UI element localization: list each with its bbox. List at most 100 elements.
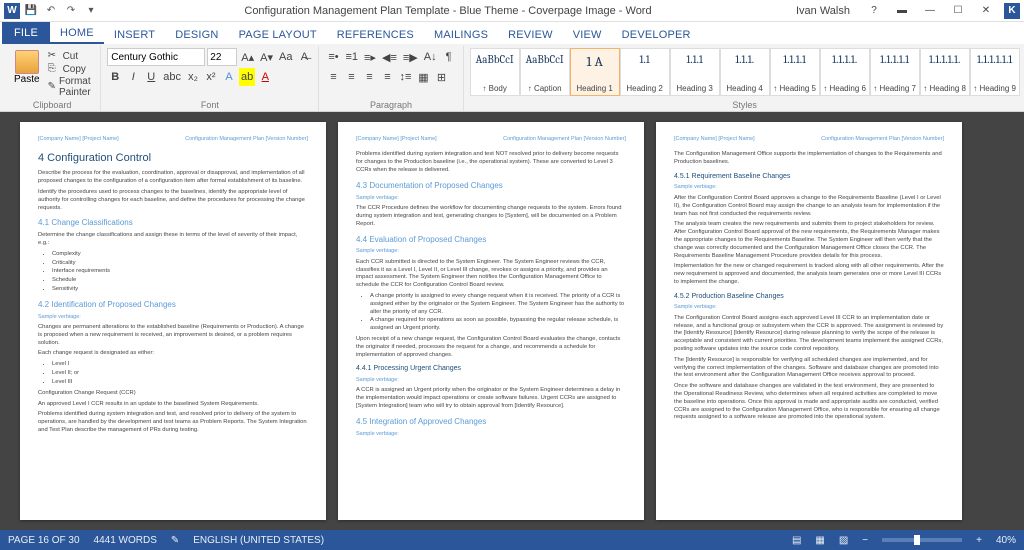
style-caption[interactable]: AaBbCcI↑ Caption: [520, 48, 570, 96]
quick-access-toolbar: W 💾 ↶ ↷ ▾: [4, 2, 100, 20]
font-group-label: Font: [101, 100, 318, 110]
bullets-icon[interactable]: ≡•: [325, 48, 341, 66]
align-center-icon[interactable]: ≡: [343, 68, 359, 86]
h-44: 4.4 Evaluation of Proposed Changes: [356, 235, 626, 246]
format-painter-button[interactable]: ✎Format Painter: [48, 76, 95, 98]
tab-developer[interactable]: DEVELOPER: [612, 25, 701, 44]
h-4: 4 Configuration Control: [38, 151, 308, 166]
grow-font-icon[interactable]: A▴: [239, 48, 256, 66]
page-18[interactable]: [Company Name] [Project Name]Configurati…: [656, 122, 962, 520]
copy-button[interactable]: ⎘Copy: [48, 63, 95, 75]
style-heading6[interactable]: 1.1.1.1.↑ Heading 6: [820, 48, 870, 96]
cut-icon: ✂: [48, 50, 60, 62]
multilevel-icon[interactable]: ≡▸: [362, 48, 378, 66]
ribbon-options-icon[interactable]: ▬: [892, 3, 912, 19]
font-color-icon[interactable]: A: [257, 68, 273, 86]
style-heading9[interactable]: 1.1.1.1.1.1↑ Heading 9: [970, 48, 1020, 96]
style-heading7[interactable]: 1.1.1.1.1↑ Heading 7: [870, 48, 920, 96]
shrink-font-icon[interactable]: A▾: [258, 48, 275, 66]
title-bar: W 💾 ↶ ↷ ▾ Configuration Management Plan …: [0, 0, 1024, 22]
h-441: 4.4.1 Processing Urgent Changes: [356, 364, 626, 373]
paste-button[interactable]: Paste: [10, 48, 44, 87]
cut-button[interactable]: ✂Cut: [48, 50, 95, 62]
language[interactable]: ENGLISH (UNITED STATES): [193, 535, 324, 546]
document-area[interactable]: [Company Name] [Project Name]Configurati…: [0, 112, 1024, 530]
page-count[interactable]: PAGE 16 OF 30: [8, 535, 80, 546]
text-effects-icon[interactable]: A: [221, 68, 237, 86]
page-header-left: [Company Name] [Project Name]: [38, 136, 119, 143]
qat-more-icon[interactable]: ▾: [82, 2, 100, 20]
h-43: 4.3 Documentation of Proposed Changes: [356, 181, 626, 192]
style-heading2[interactable]: 1.1 Heading 2: [620, 48, 670, 96]
line-spacing-icon[interactable]: ↕≡: [397, 68, 413, 86]
tab-insert[interactable]: INSERT: [104, 25, 165, 44]
font-size-input[interactable]: [207, 48, 237, 66]
numbering-icon[interactable]: ≡1: [343, 48, 360, 66]
justify-icon[interactable]: ≡: [379, 68, 395, 86]
style-heading8[interactable]: 1.1.1.1.1.↑ Heading 8: [920, 48, 970, 96]
subscript-icon[interactable]: x₂: [185, 68, 201, 86]
styles-group-label: Styles: [464, 100, 1024, 110]
show-marks-icon[interactable]: ¶: [441, 48, 457, 66]
h-41: 4.1 Change Classifications: [38, 218, 308, 229]
style-heading5[interactable]: 1.1.1.1↑ Heading 5: [770, 48, 820, 96]
style-body[interactable]: AaBbCcI↑ Body: [470, 48, 520, 96]
font-name-input[interactable]: [107, 48, 205, 66]
h-45: 4.5 Integration of Approved Changes: [356, 417, 626, 428]
paste-icon: [15, 50, 39, 74]
tab-page-layout[interactable]: PAGE LAYOUT: [229, 25, 327, 44]
align-left-icon[interactable]: ≡: [325, 68, 341, 86]
h-452: 4.5.2 Production Baseline Changes: [674, 292, 944, 301]
highlight-icon[interactable]: ab: [239, 68, 255, 86]
tab-references[interactable]: REFERENCES: [327, 25, 424, 44]
paragraph-group-label: Paragraph: [319, 100, 462, 110]
page-17[interactable]: [Company Name] [Project Name]Configurati…: [338, 122, 644, 520]
strike-icon[interactable]: abc: [161, 68, 183, 86]
style-heading1[interactable]: 1 AHeading 1: [570, 48, 620, 96]
close-icon[interactable]: ✕: [976, 3, 996, 19]
user-name[interactable]: Ivan Walsh: [796, 5, 850, 17]
undo-icon[interactable]: ↶: [42, 2, 60, 20]
clipboard-group-label: Clipboard: [4, 100, 100, 110]
print-layout-icon[interactable]: ▦: [815, 535, 824, 546]
tab-design[interactable]: DESIGN: [165, 25, 228, 44]
read-mode-icon[interactable]: ▤: [792, 535, 801, 546]
italic-icon[interactable]: I: [125, 68, 141, 86]
redo-icon[interactable]: ↷: [62, 2, 80, 20]
proofing-icon[interactable]: ✎: [171, 535, 179, 546]
sort-icon[interactable]: A↓: [422, 48, 439, 66]
tab-file[interactable]: FILE: [2, 22, 50, 44]
superscript-icon[interactable]: x²: [203, 68, 219, 86]
ribbon: Paste ✂Cut ⎘Copy ✎Format Painter Clipboa…: [0, 44, 1024, 112]
shading-icon[interactable]: ▦: [415, 68, 431, 86]
help-icon[interactable]: ?: [864, 3, 884, 19]
account-badge[interactable]: K: [1004, 3, 1020, 19]
inc-indent-icon[interactable]: ≡▶: [401, 48, 420, 66]
zoom-out-icon[interactable]: −: [862, 535, 868, 546]
change-case-icon[interactable]: Aa: [277, 48, 294, 66]
styles-gallery[interactable]: AaBbCcI↑ Body AaBbCcI↑ Caption 1 AHeadin…: [470, 48, 1020, 96]
zoom-in-icon[interactable]: +: [976, 535, 982, 546]
tab-mailings[interactable]: MAILINGS: [424, 25, 498, 44]
h-451: 4.5.1 Requirement Baseline Changes: [674, 172, 944, 181]
align-right-icon[interactable]: ≡: [361, 68, 377, 86]
word-count[interactable]: 4441 WORDS: [94, 535, 157, 546]
zoom-level[interactable]: 40%: [996, 535, 1016, 546]
tab-view[interactable]: VIEW: [563, 25, 612, 44]
borders-icon[interactable]: ⊞: [433, 68, 449, 86]
page-16[interactable]: [Company Name] [Project Name]Configurati…: [20, 122, 326, 520]
style-heading3[interactable]: 1.1.1Heading 3: [670, 48, 720, 96]
zoom-slider[interactable]: [882, 538, 962, 542]
underline-icon[interactable]: U: [143, 68, 159, 86]
clear-format-icon[interactable]: A̶: [296, 48, 312, 66]
minimize-icon[interactable]: —: [920, 3, 940, 19]
maximize-icon[interactable]: ☐: [948, 3, 968, 19]
bold-icon[interactable]: B: [107, 68, 123, 86]
dec-indent-icon[interactable]: ◀≡: [380, 48, 399, 66]
web-layout-icon[interactable]: ▨: [839, 535, 848, 546]
word-icon[interactable]: W: [4, 3, 20, 19]
tab-home[interactable]: HOME: [50, 23, 104, 44]
tab-review[interactable]: REVIEW: [498, 25, 563, 44]
style-heading4[interactable]: 1.1.1.Heading 4: [720, 48, 770, 96]
save-icon[interactable]: 💾: [22, 2, 40, 20]
